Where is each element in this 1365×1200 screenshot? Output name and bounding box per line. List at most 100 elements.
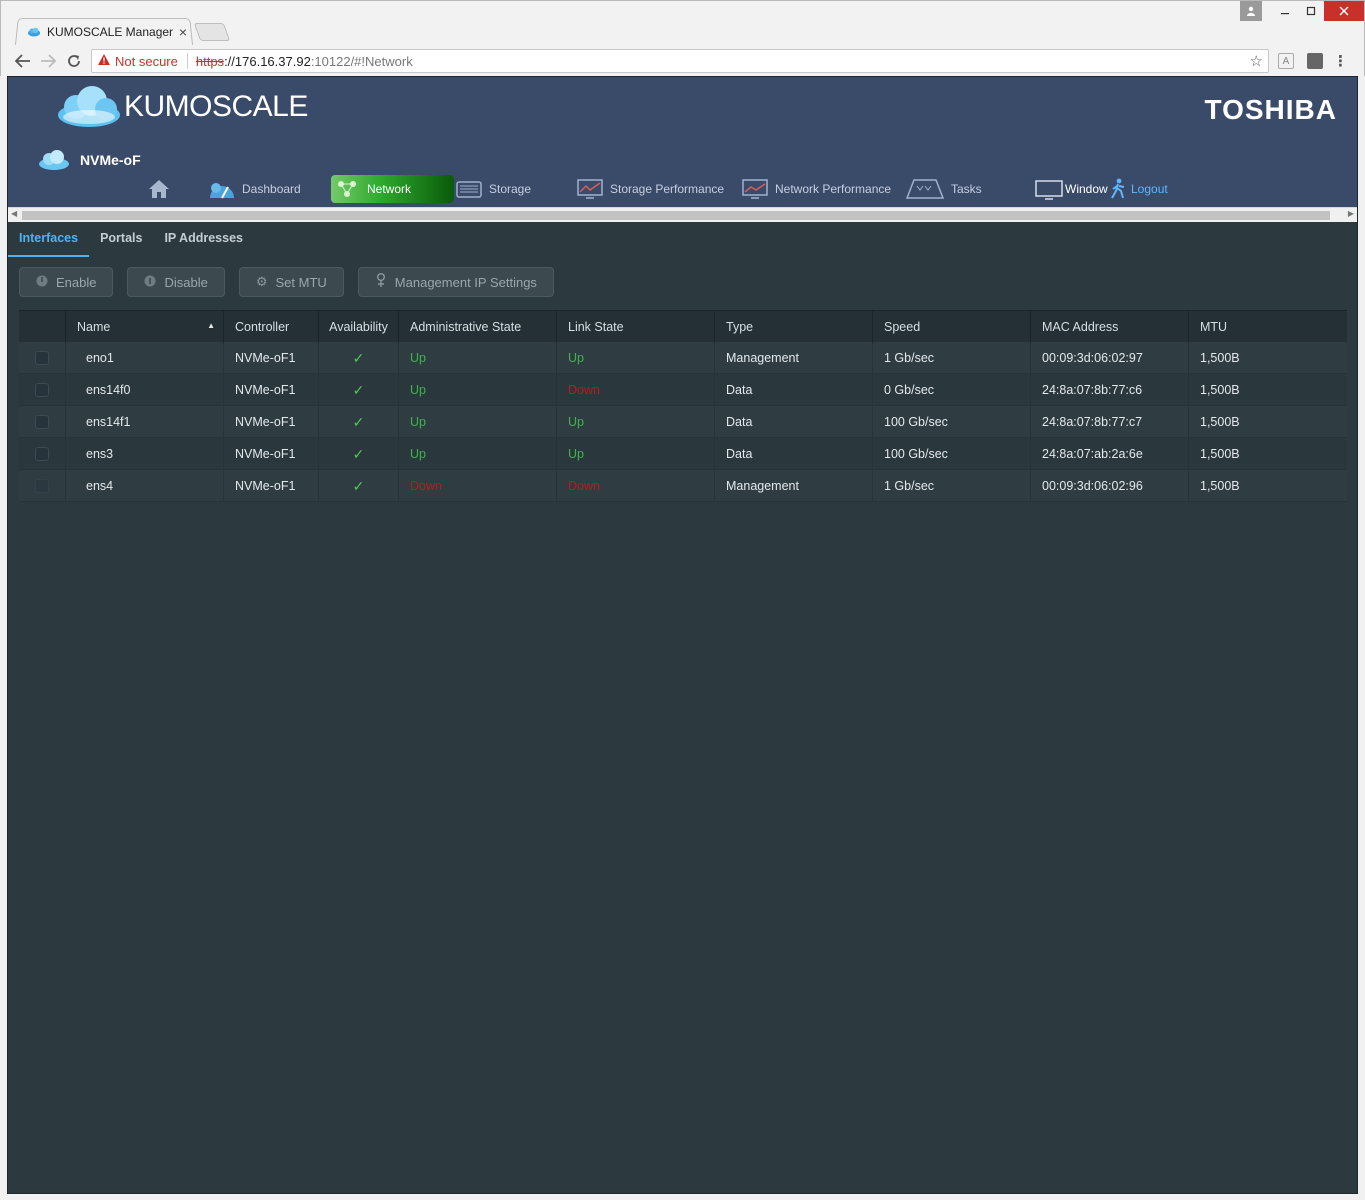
row-checkbox-cell[interactable]: [19, 470, 66, 502]
availability-check-icon: ✓: [319, 438, 399, 470]
scrollbar-thumb[interactable]: [22, 211, 1330, 220]
disable-button[interactable]: Disable: [127, 267, 225, 297]
nav-network-performance[interactable]: Network Performance: [741, 175, 891, 203]
set-mtu-label: Set MTU: [275, 274, 327, 290]
admin-state: Up: [399, 406, 557, 438]
interface-speed: 100 Gb/sec: [873, 438, 1031, 470]
row-checkbox-cell[interactable]: [19, 342, 66, 374]
url-host: ://176.16.37.92: [224, 53, 311, 69]
mtu: 1,500B: [1200, 415, 1240, 429]
interface-type: Management: [715, 470, 873, 502]
row-checkbox-cell[interactable]: [19, 406, 66, 438]
new-tab-button[interactable]: [193, 23, 231, 41]
row-checkbox[interactable]: [35, 479, 49, 493]
forward-arrow-icon[interactable]: [38, 51, 58, 71]
enable-button[interactable]: Enable: [19, 267, 114, 297]
user-profile-icon[interactable]: [1240, 1, 1262, 21]
browser-menu-icon[interactable]: ⋮: [1333, 52, 1348, 70]
browser-tab-title: KUMOSCALE Manager: [47, 25, 174, 39]
nav-logout[interactable]: Logout: [1109, 175, 1168, 203]
sort-ascending-icon[interactable]: ▲: [207, 321, 215, 330]
header-controller[interactable]: Controller: [224, 311, 319, 343]
tab-close-icon[interactable]: ×: [179, 24, 187, 40]
nav-dashboard[interactable]: Dashboard: [208, 175, 301, 203]
table-row[interactable]: ens14f0 NVMe-oF1 ✓ Up Down Data 0 Gb/sec…: [19, 374, 1347, 406]
dashboard-gauge-icon: [210, 183, 234, 199]
row-checkbox[interactable]: [35, 415, 49, 429]
nav-tasks[interactable]: Tasks: [905, 175, 982, 203]
nav-dashboard-label: Dashboard: [242, 182, 301, 196]
header-mtu[interactable]: MTU: [1189, 311, 1347, 343]
header-select-all[interactable]: [19, 311, 66, 343]
availability-check-icon: ✓: [319, 470, 399, 502]
nav-storage-performance[interactable]: Storage Performance: [576, 175, 724, 203]
window-monitor-icon: [1035, 180, 1063, 200]
header-type[interactable]: Type: [715, 311, 873, 343]
link-state: Up: [557, 438, 715, 470]
scroll-left-arrow-icon[interactable]: ◀: [11, 209, 17, 218]
mtu: 1,500B: [1200, 447, 1240, 461]
table-row[interactable]: ens3 NVMe-oF1 ✓ Up Up Data 100 Gb/sec 24…: [19, 438, 1347, 470]
row-checkbox[interactable]: [35, 447, 49, 461]
kumoscale-favicon-icon: [28, 27, 40, 37]
url-path: :10122/#!Network: [310, 53, 413, 69]
tab-ip-addresses[interactable]: IP Addresses: [153, 225, 254, 257]
mac-address: 24:8a:07:ab:2a:6e: [1031, 438, 1189, 470]
row-checkbox-cell[interactable]: [19, 438, 66, 470]
bookmark-star-icon[interactable]: ☆: [1250, 52, 1263, 70]
row-checkbox[interactable]: [35, 383, 49, 397]
row-checkbox-cell[interactable]: [19, 374, 66, 406]
management-ip-settings-button[interactable]: Management IP Settings: [357, 267, 554, 297]
maximize-icon[interactable]: [1298, 1, 1324, 21]
mac-address: 00:09:3d:06:02:96: [1031, 470, 1189, 502]
extension-square-icon[interactable]: [1307, 53, 1323, 69]
nav-logout-label: Logout: [1131, 182, 1168, 196]
window-close-icon[interactable]: [1324, 1, 1364, 21]
controller: NVMe-oF1: [224, 438, 319, 470]
address-bar[interactable]: Not secure https://176.16.37.92:10122/#!…: [91, 49, 1269, 73]
network-nodes-icon: [338, 181, 356, 197]
nav-window[interactable]: Window: [1035, 175, 1108, 203]
enable-label: Enable: [56, 274, 97, 290]
enable-icon: [36, 275, 48, 290]
url-separator: [186, 53, 188, 69]
nav-storage[interactable]: Storage: [455, 175, 531, 203]
set-mtu-button[interactable]: ⚙ Set MTU: [238, 267, 344, 297]
mac-address: 24:8a:07:8b:77:c7: [1031, 406, 1189, 438]
not-secure-label[interactable]: Not secure: [115, 54, 178, 69]
header-link-state[interactable]: Link State: [557, 311, 715, 343]
vendor-logo: TOSHIBA: [1204, 94, 1337, 125]
gear-icon: ⚙: [255, 274, 268, 289]
reload-icon[interactable]: [64, 51, 84, 71]
tab-interfaces[interactable]: Interfaces: [8, 225, 90, 257]
availability-check-icon: ✓: [319, 406, 399, 438]
header-availability[interactable]: Availability: [319, 311, 399, 343]
home-icon[interactable]: [148, 179, 170, 199]
header-speed[interactable]: Speed: [873, 311, 1031, 343]
action-toolbar: Enable Disable ⚙ Set MTU Management IP S…: [19, 267, 568, 297]
header-name[interactable]: Name ▲: [66, 311, 224, 343]
horizontal-scrollbar[interactable]: ◀ ▶: [8, 207, 1357, 222]
browser-tab-content[interactable]: KUMOSCALE Manager ×: [27, 23, 187, 41]
nav-network[interactable]: Network: [331, 175, 454, 203]
grid-header: Name ▲ Controller Availability Administr…: [19, 310, 1347, 343]
availability-check-icon: ✓: [319, 342, 399, 374]
interface-name: ens14f1: [66, 406, 224, 438]
back-arrow-icon[interactable]: [13, 51, 33, 71]
tab-portals[interactable]: Portals: [89, 225, 153, 257]
table-row[interactable]: ens4 NVMe-oF1 ✓ Down Down Management 1 G…: [19, 470, 1347, 502]
interface-speed: 1 Gb/sec: [873, 342, 1031, 374]
nav-tasks-label: Tasks: [951, 182, 982, 196]
browser-toolbar: Not secure https://176.16.37.92:10122/#!…: [1, 45, 1364, 77]
app-header: KUMOSCALE TOSHIBA NVMe-oF Dashboard Netw…: [8, 77, 1357, 207]
scroll-right-arrow-icon[interactable]: ▶: [1348, 209, 1354, 218]
table-row[interactable]: eno1 NVMe-oF1 ✓ Up Up Management 1 Gb/se…: [19, 342, 1347, 374]
header-administrative-state[interactable]: Administrative State: [399, 311, 557, 343]
controller: NVMe-oF1: [224, 342, 319, 374]
tasks-icon: [905, 179, 945, 199]
table-row[interactable]: ens14f1 NVMe-oF1 ✓ Up Up Data 100 Gb/sec…: [19, 406, 1347, 438]
minimize-icon[interactable]: [1272, 1, 1298, 21]
header-mac-address[interactable]: MAC Address: [1031, 311, 1189, 343]
extension-icon[interactable]: A: [1278, 53, 1294, 69]
row-checkbox[interactable]: [35, 351, 49, 365]
